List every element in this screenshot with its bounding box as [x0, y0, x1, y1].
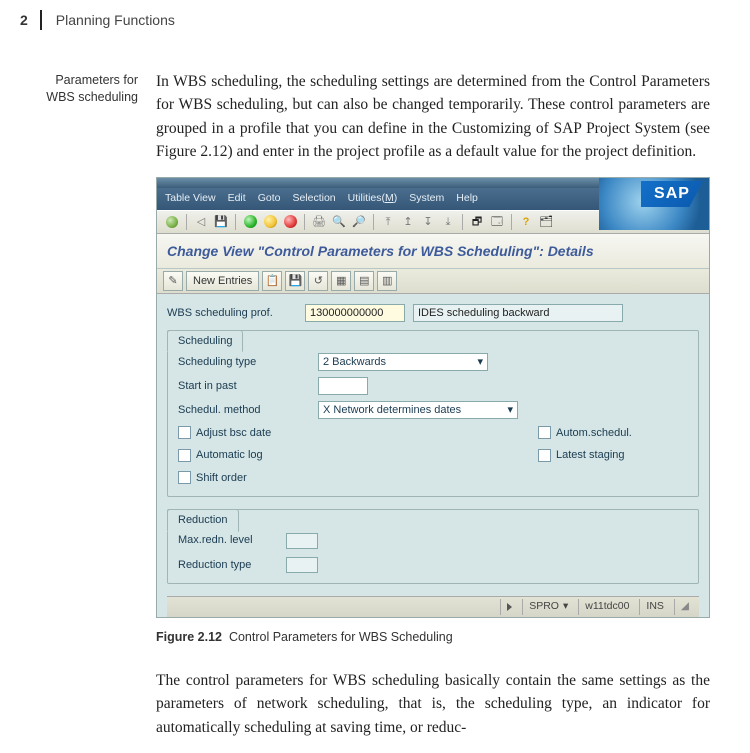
sap-logo-area: SAP [599, 178, 709, 230]
start-in-past-input[interactable] [318, 377, 368, 395]
figure-caption: Figure 2.12 Control Parameters for WBS S… [156, 628, 710, 647]
dropdown-icon[interactable]: ▾ [563, 599, 568, 615]
select-all-icon[interactable]: ▤ [354, 271, 374, 291]
app-toolbar: ✎ New Entries 📋 💾 ↺ ▦ ▤ ▥ [157, 269, 709, 294]
automatic-log-checkbox[interactable]: Automatic log [178, 447, 318, 464]
chapter-number: 2 [20, 12, 40, 28]
menu-edit[interactable]: Edit [228, 191, 246, 207]
status-mode: INS [639, 599, 670, 615]
status-tcode: SPRO▾ [522, 599, 574, 615]
triangle-icon [507, 603, 512, 611]
status-bar: SPRO▾ w11tdc00 INS ◢ [167, 596, 699, 617]
layout-icon[interactable]: 🗂 [537, 214, 555, 230]
page-header: 2 Planning Functions [20, 10, 710, 30]
enter-icon[interactable] [163, 214, 181, 230]
label-reduction-type: Reduction type [178, 557, 278, 574]
sap-logo: SAP [641, 181, 703, 207]
body-paragraph: The control parameters for WBS schedulin… [156, 669, 710, 739]
margin-note: Parameters for WBS scheduling [20, 70, 138, 753]
exit-icon[interactable] [261, 214, 279, 230]
figure-caption-text: Control Parameters for WBS Scheduling [229, 630, 453, 644]
new-entries-label: New Entries [193, 273, 252, 290]
prev-page-icon[interactable]: ↥ [399, 214, 417, 230]
max-redn-level-input[interactable] [286, 533, 318, 549]
scheduling-type-dropdown[interactable]: 2 Backwards▾ [318, 353, 488, 371]
scheduling-group: Scheduling Scheduling type 2 Backwards▾ … [167, 330, 699, 498]
reduction-group: Reduction Max.redn. level Reduction type [167, 509, 699, 584]
menu-selection[interactable]: Selection [292, 191, 335, 207]
menu-utilities[interactable]: Utilities(M) [348, 191, 398, 207]
first-page-icon[interactable]: ⤒ [379, 214, 397, 230]
wbs-prof-code-input[interactable]: 130000000000 [305, 304, 405, 322]
session-new-icon[interactable]: 🗗 [468, 214, 486, 230]
label-start-in-past: Start in past [178, 378, 318, 395]
scheduling-tab: Scheduling [167, 330, 243, 353]
latest-staging-checkbox[interactable]: Latest staging [538, 447, 648, 464]
margin-note-line: Parameters for [20, 72, 138, 89]
copy-icon[interactable]: 📋 [262, 271, 282, 291]
find-next-icon[interactable]: 🔎 [350, 214, 368, 230]
reduction-tab: Reduction [167, 509, 239, 532]
status-server: w11tdc00 [578, 599, 635, 615]
shift-order-checkbox[interactable]: Shift order [178, 470, 318, 487]
status-nav[interactable] [500, 599, 518, 615]
body-paragraph: In WBS scheduling, the scheduling settin… [156, 70, 710, 163]
dropdown-icon: ▾ [507, 402, 513, 419]
screen-title: Change View "Control Parameters for WBS … [157, 234, 709, 269]
header-separator [40, 10, 42, 30]
save-app-icon[interactable]: 💾 [285, 271, 305, 291]
screen-content: WBS scheduling prof. 130000000000 IDES s… [157, 294, 709, 618]
schedul-method-dropdown[interactable]: X Network determines dates▾ [318, 401, 518, 419]
shortcut-icon[interactable]: 🗔 [488, 214, 506, 230]
menu-goto[interactable]: Goto [258, 191, 281, 207]
status-resize-icon[interactable]: ◢ [674, 599, 695, 615]
print-icon[interactable]: 🖨 [310, 214, 328, 230]
label-schedul-method: Schedul. method [178, 402, 318, 419]
save-icon[interactable]: 💾 [212, 214, 230, 230]
autom-schedul-checkbox[interactable]: Autom.schedul. [538, 425, 648, 442]
wbs-prof-desc: IDES scheduling backward [413, 304, 623, 322]
sap-screenshot: SAP Table View Edit Goto Selection Utili… [156, 177, 710, 618]
select-icon[interactable]: ▦ [331, 271, 351, 291]
reduction-type-input[interactable] [286, 557, 318, 573]
find-icon[interactable]: 🔍 [330, 214, 348, 230]
menu-table-view[interactable]: Table View [165, 191, 216, 207]
field-label-wbs-prof: WBS scheduling prof. [167, 305, 297, 322]
chapter-title: Planning Functions [56, 12, 175, 28]
adjust-bsc-date-checkbox[interactable]: Adjust bsc date [178, 425, 318, 442]
cancel-icon[interactable] [281, 214, 299, 230]
figure-number: Figure 2.12 [156, 630, 222, 644]
nav-back-icon[interactable]: ◁ [192, 214, 210, 230]
deselect-icon[interactable]: ▥ [377, 271, 397, 291]
undo-icon[interactable]: ↺ [308, 271, 328, 291]
margin-note-line: WBS scheduling [20, 89, 138, 106]
next-page-icon[interactable]: ↧ [419, 214, 437, 230]
back-icon[interactable] [241, 214, 259, 230]
label-scheduling-type: Scheduling type [178, 354, 318, 371]
dropdown-icon: ▾ [477, 354, 483, 371]
toggle-icon[interactable]: ✎ [163, 271, 183, 291]
new-entries-button[interactable]: New Entries [186, 271, 259, 291]
menu-system[interactable]: System [409, 191, 444, 207]
menu-help[interactable]: Help [456, 191, 478, 207]
help-icon[interactable]: ? [517, 214, 535, 230]
last-page-icon[interactable]: ⤓ [439, 214, 457, 230]
label-max-redn-level: Max.redn. level [178, 532, 278, 549]
